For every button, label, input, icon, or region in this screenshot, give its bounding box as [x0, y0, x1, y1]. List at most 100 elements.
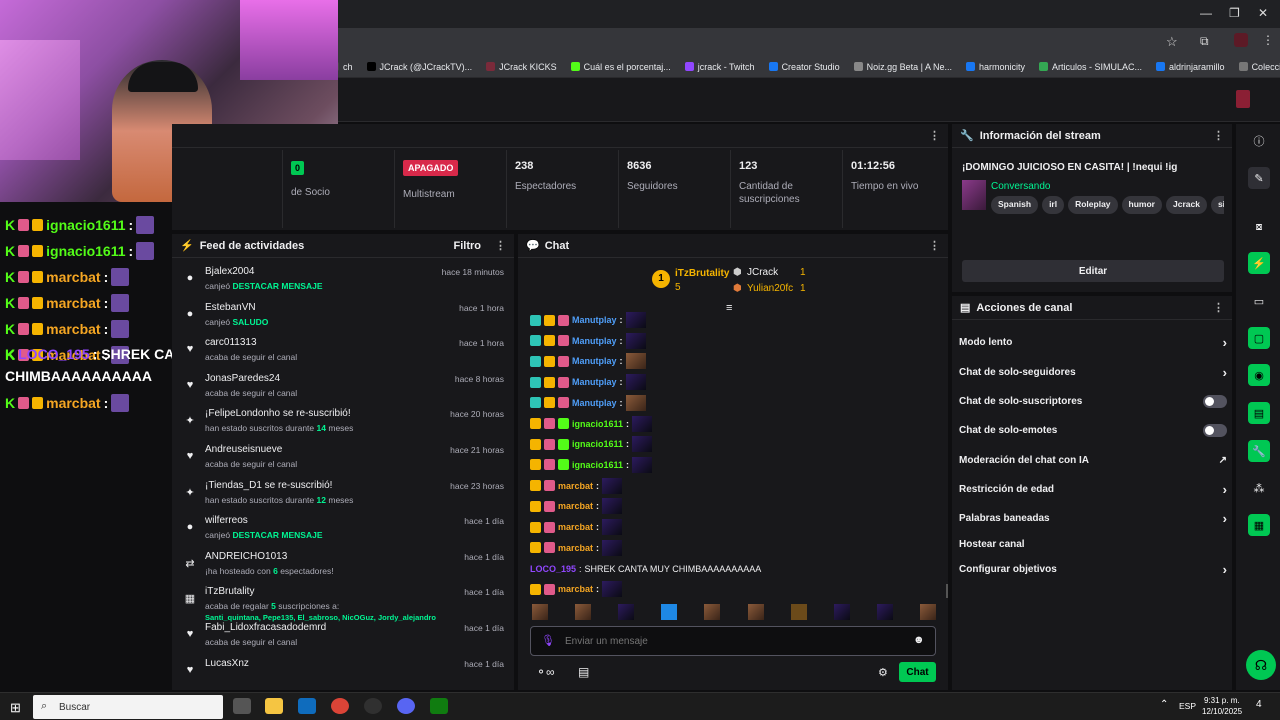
chat-message[interactable]: marcbat:	[530, 477, 623, 494]
stats-menu-icon[interactable]: ⋮	[929, 129, 940, 142]
emoji-icon[interactable]: ☻	[913, 634, 925, 646]
chat-message[interactable]: marcbat:	[530, 519, 623, 535]
discord-icon[interactable]	[397, 698, 415, 714]
bookmark-item[interactable]: JCrack KICKS	[486, 62, 557, 72]
star-icon[interactable]: ☆	[1166, 34, 1178, 50]
clapper-icon[interactable]: ▦	[1248, 514, 1270, 536]
language-indicator[interactable]: ESP	[1179, 701, 1196, 711]
bookmark-item[interactable]: JCrack (@JCrackTV)...	[366, 62, 472, 72]
emote-7[interactable]	[790, 604, 807, 620]
windows-start-icon[interactable]: ⊞	[10, 700, 21, 716]
chat-message[interactable]: LOCO_195: SHREK CANTA MUY CHIMBAAAAAAAAAA	[530, 561, 761, 577]
emote-4[interactable]	[661, 604, 678, 620]
activity-item[interactable]: ● Bjalex2004 canjeó DESTACAR MENSAJE hace 1…	[172, 264, 514, 300]
chat-username[interactable]: marcbat	[558, 543, 593, 553]
emote-6[interactable]	[747, 604, 764, 620]
channel-action-item[interactable]: Restricción de edad ›	[959, 479, 1227, 499]
settings-icon[interactable]: ⚙	[878, 666, 888, 679]
activity-item[interactable]: ♥ LucasXnz hace 1 día	[172, 656, 514, 692]
chat-username[interactable]: ignacio1611	[572, 460, 623, 470]
broadcast-icon[interactable]: ◉	[1248, 364, 1270, 386]
activity-item[interactable]: ● EstebanVN canjeó SALUDO hace 1 hora	[172, 300, 514, 336]
activity-item[interactable]: ▦ iTzBrutality acaba de regalar 5 suscripc…	[172, 584, 514, 622]
chat-message[interactable]: ignacio1611:	[530, 436, 653, 453]
emote-5[interactable]	[704, 604, 721, 620]
toggle-switch[interactable]	[1203, 394, 1227, 408]
stream-tag[interactable]: Roleplay	[1068, 196, 1118, 214]
document-icon[interactable]: ▭	[1248, 290, 1270, 312]
chat-menu-icon[interactable]: ⋮	[929, 239, 940, 252]
toggle-switch[interactable]	[1203, 423, 1227, 437]
channel-action-item[interactable]: Chat de solo-suscriptores	[959, 391, 1227, 411]
channel-action-item[interactable]: Chat de solo-seguidores ›	[959, 362, 1227, 382]
bookmark-item[interactable]: Colección de M_blei...	[1238, 62, 1280, 72]
points-icon[interactable]: ⚬∞	[536, 665, 555, 679]
send-chat-button[interactable]: Chat	[899, 662, 936, 682]
menu-icon[interactable]: ⋮	[1262, 33, 1274, 47]
chat-message[interactable]: Manutplay:	[530, 374, 646, 391]
notification-count[interactable]: 4	[1256, 699, 1262, 710]
bookmark-item[interactable]: harmonicity	[965, 62, 1025, 72]
emote-3[interactable]	[618, 604, 635, 620]
activity-item[interactable]: ♥ carc011313 acaba de seguir el canal hace …	[172, 335, 514, 371]
tray-chevron-icon[interactable]: ⌃	[1160, 699, 1168, 710]
channel-action-item[interactable]: Hostear canal	[959, 534, 1227, 554]
chat-message[interactable]: Manutplay:	[530, 312, 646, 328]
chat-username[interactable]: marcbat	[558, 501, 593, 511]
emote-2[interactable]	[575, 604, 592, 620]
close-icon[interactable]: ✕	[1258, 6, 1268, 20]
minimize-icon[interactable]: —	[1200, 6, 1212, 20]
chat-username[interactable]: marcbat	[558, 481, 593, 491]
chat-message[interactable]: Manutplay:	[530, 332, 646, 349]
taskbar-search[interactable]: ⌕ Buscar	[33, 695, 223, 719]
chat-username[interactable]: LOCO_195	[530, 564, 576, 574]
chat-username[interactable]: Manutplay	[572, 336, 617, 346]
filter-button[interactable]: Filtro	[454, 240, 482, 252]
chat-input-box[interactable]: 🎙 ☻	[530, 626, 936, 656]
task-view-icon[interactable]	[233, 698, 251, 714]
info-menu-icon[interactable]: ⋮	[1213, 129, 1224, 142]
channel-action-item[interactable]: Moderación del chat con IA ↗	[959, 450, 1227, 470]
chat-username[interactable]: ignacio1611	[572, 439, 623, 449]
chat-message[interactable]: Manutplay:	[530, 394, 646, 411]
tools-icon[interactable]: 🔧	[1248, 440, 1270, 462]
activity-menu-icon[interactable]: ⋮	[495, 239, 506, 252]
channel-action-item[interactable]: Configurar objetivos ›	[959, 559, 1227, 579]
xbox-icon[interactable]	[430, 698, 448, 714]
chat-username[interactable]: marcbat	[558, 522, 593, 532]
restore-icon[interactable]: ❐	[1229, 6, 1240, 20]
activity-item[interactable]: ♥ Fabi_Lidoxfracasadodemrd acaba de seguir…	[172, 620, 514, 656]
stream-tag[interactable]: Jcrack	[1165, 196, 1207, 214]
bookmark-item[interactable]: aldrinjaramillo	[1156, 62, 1225, 72]
brand-logo-icon[interactable]	[1236, 90, 1250, 108]
stream-tag[interactable]: Spanish	[991, 196, 1039, 214]
emote-1[interactable]	[532, 604, 548, 620]
chat-icon[interactable]: ▢	[1248, 327, 1270, 349]
bookmark-item[interactable]: Noiz.gg Beta | A Ne...	[853, 62, 952, 72]
activity-item[interactable]: ⇄ ANDREICHO1013 ¡ha hosteado con 6 especta…	[172, 549, 514, 585]
chat-message[interactable]: marcbat:	[530, 581, 623, 598]
chat-username[interactable]: Manutplay	[572, 356, 617, 366]
chat-username[interactable]: Manutplay	[572, 398, 617, 408]
store-rail-icon[interactable]: ▤	[1248, 402, 1270, 424]
support-icon[interactable]: ☊	[1246, 650, 1276, 680]
chat-message[interactable]: marcbat:	[530, 498, 623, 515]
store-icon[interactable]: ▤	[578, 665, 589, 679]
lightning-icon[interactable]: ⚡	[1248, 252, 1270, 274]
edit-stream-button[interactable]: Editar	[962, 260, 1224, 282]
activity-item[interactable]: ✦ ¡Tiendas_D1 se re-suscribió! han estado …	[172, 478, 514, 514]
info-icon[interactable]: ⓘ	[1248, 130, 1270, 152]
stream-tag[interactable]: simula	[1210, 196, 1224, 214]
channel-action-item[interactable]: Palabras baneadas ›	[959, 508, 1227, 528]
activity-item[interactable]: ♥ Andreuseisnueve acaba de seguir el canal…	[172, 442, 514, 478]
activity-item[interactable]: ♥ JonasParedes24 acaba de seguir el canal h…	[172, 371, 514, 407]
chat-message[interactable]: marcbat:	[530, 539, 623, 556]
emote-8[interactable]	[833, 604, 850, 620]
extensions-icon[interactable]: ⧉	[1200, 34, 1209, 49]
chat-message[interactable]: Manutplay:	[530, 353, 646, 370]
chat-username[interactable]: Manutplay	[572, 377, 617, 387]
chat-message[interactable]: ignacio1611:	[530, 456, 653, 473]
chat-input[interactable]	[565, 631, 895, 651]
camera-icon[interactable]: ⧇	[1248, 216, 1270, 238]
channel-action-item[interactable]: Chat de solo-emotes	[959, 420, 1227, 440]
